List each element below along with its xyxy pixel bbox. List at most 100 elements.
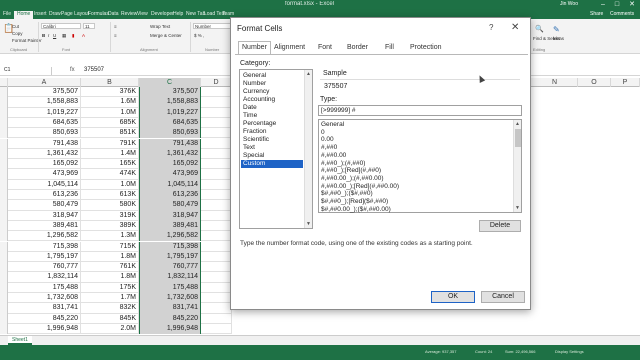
- row-header[interactable]: [0, 231, 8, 242]
- copy-button[interactable]: Copy: [12, 31, 23, 36]
- cell-a[interactable]: 175,488: [8, 282, 81, 293]
- cell-a[interactable]: 580,479: [8, 200, 81, 211]
- align-top-icon[interactable]: ≡: [114, 24, 117, 29]
- cell-c[interactable]: 375,507: [139, 87, 201, 98]
- row-header[interactable]: [0, 179, 8, 190]
- cell-a[interactable]: 715,398: [8, 241, 81, 252]
- row-header[interactable]: [0, 200, 8, 211]
- ideas-icon[interactable]: ✎: [553, 25, 560, 34]
- cell-d[interactable]: [201, 272, 232, 283]
- underline-icon[interactable]: U: [53, 33, 56, 38]
- cell-b[interactable]: 165K: [81, 159, 139, 170]
- cell-b[interactable]: 1.7M: [81, 293, 139, 304]
- cell-a[interactable]: 1,832,114: [8, 272, 81, 283]
- tab-data[interactable]: Data: [108, 11, 119, 17]
- cell-a[interactable]: 760,777: [8, 262, 81, 273]
- category-item[interactable]: Time: [241, 112, 303, 120]
- cell-d[interactable]: [201, 107, 232, 118]
- maximize-icon[interactable]: □: [610, 0, 624, 10]
- cell-d[interactable]: [201, 241, 232, 252]
- tab-number[interactable]: Number: [238, 41, 271, 55]
- column-header-p[interactable]: P: [611, 78, 640, 87]
- row-header[interactable]: [0, 169, 8, 180]
- cell-a[interactable]: 1,795,197: [8, 251, 81, 263]
- name-box[interactable]: C1: [2, 67, 52, 75]
- row-header[interactable]: [0, 282, 8, 293]
- cell-b[interactable]: 319K: [81, 210, 139, 221]
- cell-a[interactable]: 389,481: [8, 220, 81, 232]
- tab-page-layout[interactable]: Page Layout: [61, 11, 89, 17]
- cell-b[interactable]: 2.0M: [81, 323, 139, 335]
- cell-c[interactable]: 715,398: [139, 241, 201, 252]
- column-header-a[interactable]: A: [8, 78, 81, 87]
- row-header[interactable]: [0, 190, 8, 201]
- scroll-down-icon[interactable]: ▼: [515, 205, 520, 211]
- cell-b[interactable]: 1.3M: [81, 231, 139, 242]
- cell-b[interactable]: 175K: [81, 282, 139, 293]
- cell-d[interactable]: [201, 117, 232, 129]
- tab-fill[interactable]: Fill: [382, 42, 397, 54]
- select-all-corner[interactable]: [0, 78, 8, 87]
- cell-b[interactable]: 1.4M: [81, 148, 139, 160]
- tab-font[interactable]: Font: [315, 42, 335, 54]
- cell-a[interactable]: 845,220: [8, 313, 81, 324]
- row-header[interactable]: [0, 117, 8, 129]
- row-header[interactable]: [0, 97, 8, 108]
- cell-b[interactable]: 1.8M: [81, 251, 139, 263]
- row-header[interactable]: [0, 87, 8, 98]
- cell-b[interactable]: 613K: [81, 190, 139, 201]
- category-item[interactable]: Accounting: [241, 96, 303, 104]
- border-icon[interactable]: ▦: [62, 33, 66, 39]
- cell-b[interactable]: 791K: [81, 138, 139, 149]
- cell-d[interactable]: [201, 293, 232, 304]
- scroll-thumb[interactable]: [515, 129, 521, 147]
- currency-icon[interactable]: $ % ,: [194, 33, 204, 38]
- tab-alignment[interactable]: Alignment: [271, 42, 308, 54]
- cell-b[interactable]: 376K: [81, 87, 139, 98]
- cell-a[interactable]: 1,296,582: [8, 231, 81, 242]
- ideas-button[interactable]: Ideas: [553, 36, 564, 41]
- cell-c[interactable]: 1,296,582: [139, 231, 201, 242]
- cell-a[interactable]: 1,558,883: [8, 97, 81, 108]
- cell-b[interactable]: 474K: [81, 169, 139, 180]
- row-header[interactable]: [0, 220, 8, 232]
- cell-d[interactable]: [201, 169, 232, 180]
- wrap-text-button[interactable]: Wrap Text: [150, 24, 170, 29]
- category-item[interactable]: Date: [241, 104, 303, 112]
- cell-c[interactable]: 1,045,114: [139, 179, 201, 190]
- scroll-up-icon[interactable]: ▲: [515, 121, 520, 127]
- cell-c[interactable]: 1,832,114: [139, 272, 201, 283]
- cell-c[interactable]: 473,969: [139, 169, 201, 180]
- cell-b[interactable]: 1.8M: [81, 272, 139, 283]
- cell-c[interactable]: 165,092: [139, 159, 201, 170]
- cell-d[interactable]: [201, 128, 232, 139]
- delete-button[interactable]: Delete: [479, 220, 521, 232]
- cell-a[interactable]: 791,438: [8, 138, 81, 149]
- cell-d[interactable]: [201, 159, 232, 170]
- cell-c[interactable]: 1,019,227: [139, 107, 201, 118]
- cell-b[interactable]: 715K: [81, 241, 139, 252]
- tab-file[interactable]: File: [3, 11, 11, 17]
- cell-b[interactable]: 1.0M: [81, 179, 139, 190]
- cell-c[interactable]: 1,361,432: [139, 148, 201, 160]
- row-header[interactable]: [0, 107, 8, 118]
- user-name[interactable]: Jin Woo: [560, 1, 578, 7]
- cell-c[interactable]: 845,220: [139, 313, 201, 324]
- help-icon[interactable]: ?: [489, 23, 493, 32]
- cell-d[interactable]: [201, 251, 232, 263]
- cell-b[interactable]: 761K: [81, 262, 139, 273]
- row-header[interactable]: [0, 262, 8, 273]
- tab-developer[interactable]: Developer: [151, 11, 174, 17]
- cell-a[interactable]: 684,635: [8, 117, 81, 129]
- find-icon[interactable]: 🔍: [535, 25, 544, 33]
- category-item[interactable]: Currency: [241, 88, 303, 96]
- column-header-c[interactable]: C: [139, 78, 201, 87]
- row-header[interactable]: [0, 272, 8, 283]
- format-code-item[interactable]: $#,##0.00_);($#,##0.00): [321, 206, 391, 214]
- row-header[interactable]: [0, 148, 8, 160]
- cell-d[interactable]: [201, 179, 232, 190]
- cell-d[interactable]: [201, 231, 232, 242]
- column-header-o[interactable]: O: [578, 78, 611, 87]
- tab-help[interactable]: Help: [173, 11, 183, 17]
- tab-insert[interactable]: Insert: [34, 11, 47, 17]
